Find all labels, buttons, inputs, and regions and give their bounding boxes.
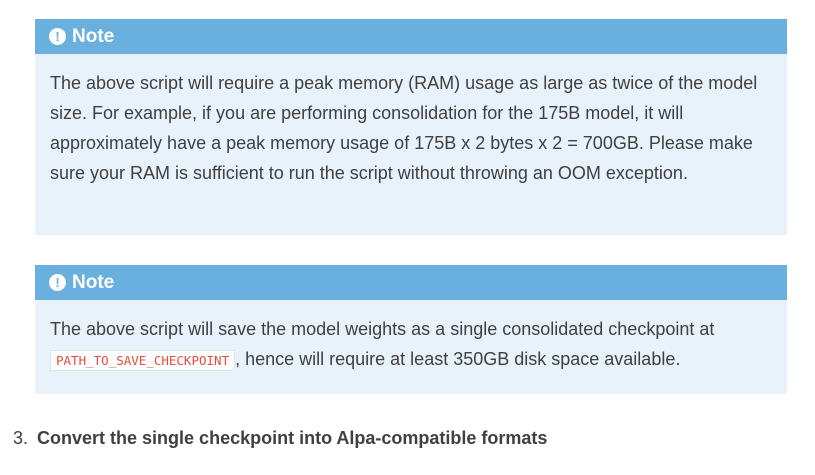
step-number: 3.	[13, 428, 29, 448]
note-title-bar: ! Note	[35, 265, 787, 300]
note-admonition-disk: ! Note The above script will save the mo…	[35, 265, 787, 394]
page: ! Note The above script will require a p…	[0, 0, 815, 475]
note-body: The above script will require a peak mem…	[50, 73, 758, 183]
step-title: Convert the single checkpoint into Alpa-…	[37, 428, 548, 448]
inline-code-path: PATH_TO_SAVE_CHECKPOINT	[50, 350, 236, 371]
note-title: Note	[72, 25, 115, 47]
note-body-text-after: , hence will require at least 350GB disk…	[235, 349, 681, 369]
step-item: 3. Convert the single checkpoint into Al…	[13, 424, 547, 452]
exclamation-circle-icon: !	[49, 28, 66, 45]
note-title: Note	[72, 271, 115, 293]
note-admonition-memory: ! Note The above script will require a p…	[35, 19, 787, 235]
note-body: The above script will save the model wei…	[35, 300, 787, 376]
exclamation-circle-icon: !	[49, 274, 66, 291]
note-body-text-before: The above script will save the model wei…	[50, 319, 715, 339]
note-title-bar: ! Note	[35, 19, 787, 54]
